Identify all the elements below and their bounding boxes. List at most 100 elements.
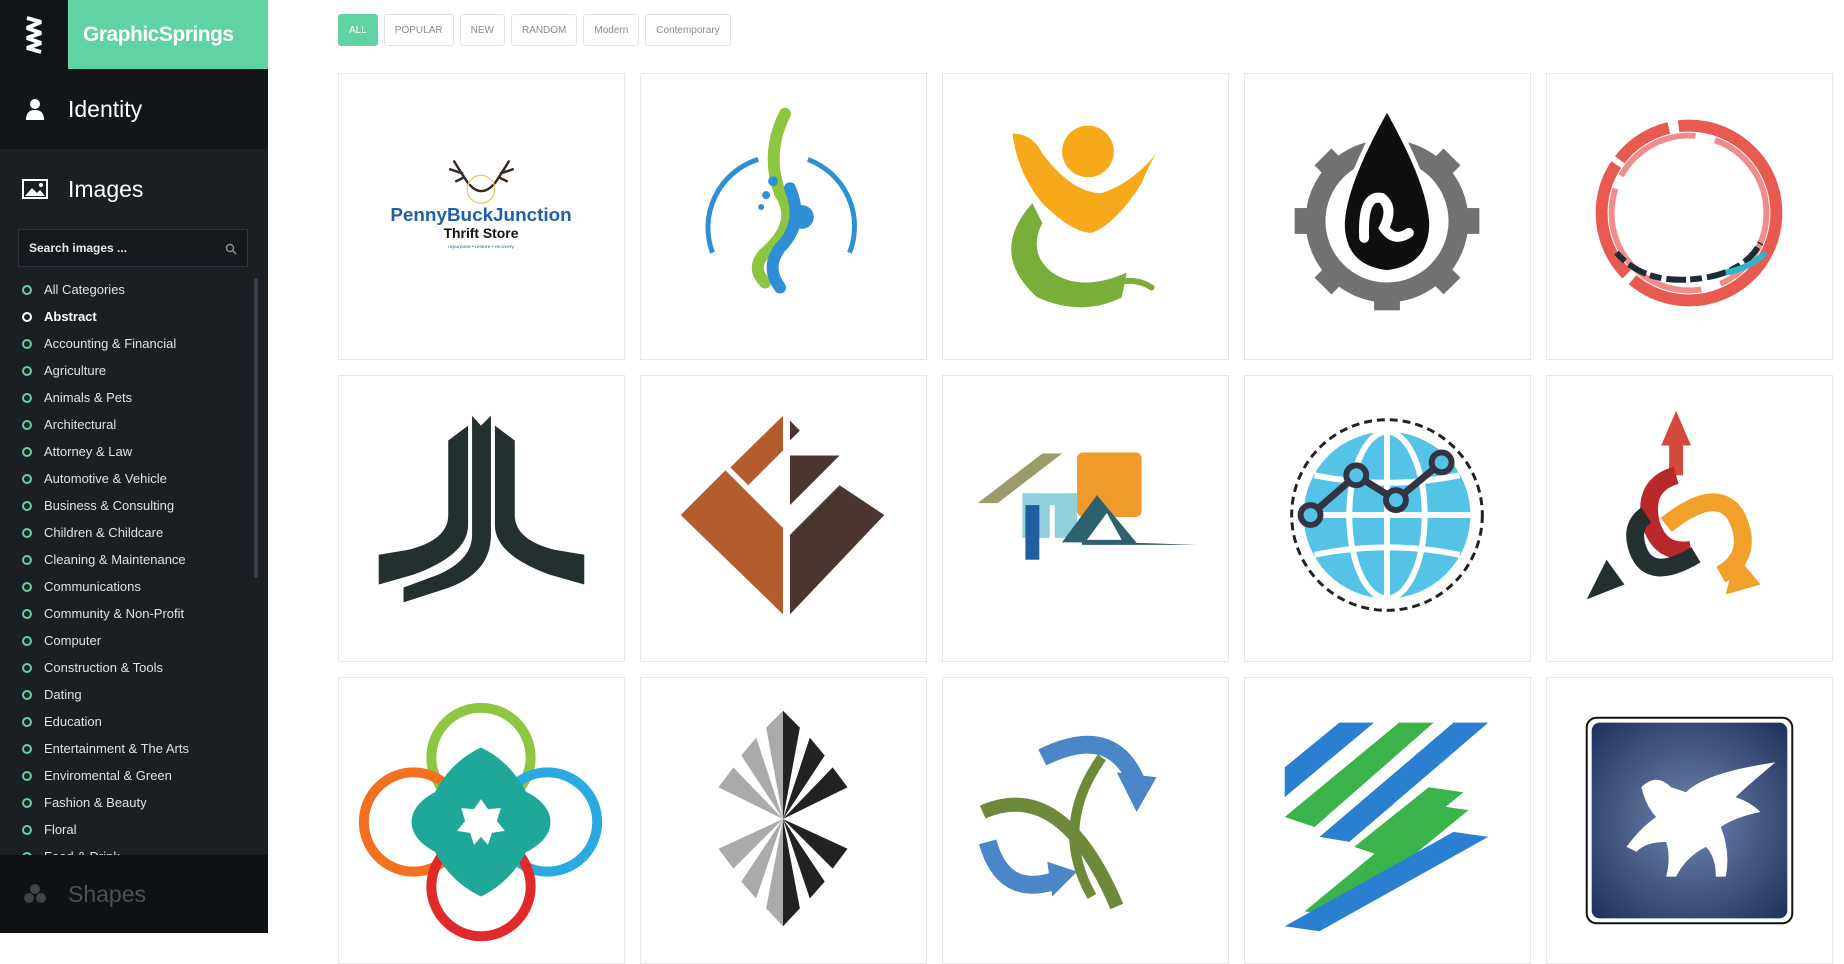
category-item[interactable]: Cleaning & Maintenance	[0, 546, 258, 573]
nav-shapes-label: Shapes	[68, 880, 147, 907]
bullet-icon	[22, 770, 32, 781]
category-item[interactable]: Children & Childcare	[0, 519, 258, 546]
logo-tile-person-swirl[interactable]	[640, 73, 927, 360]
category-item-active[interactable]: Abstract	[0, 303, 258, 330]
houses-logo-icon	[977, 452, 1197, 560]
swirl-arrows-logo-icon	[979, 735, 1157, 910]
category-label: Entertainment & The Arts	[44, 741, 189, 756]
logo-tile-striped-diamond[interactable]	[640, 677, 927, 964]
user-icon	[18, 98, 52, 120]
category-item[interactable]: Animals & Pets	[0, 384, 258, 411]
category-item[interactable]: Computer	[0, 627, 258, 654]
category-item[interactable]: Construction & Tools	[0, 654, 258, 681]
category-item[interactable]: Agriculture	[0, 357, 258, 384]
bullet-icon	[22, 284, 32, 295]
filter-modern[interactable]: Modern	[583, 14, 640, 46]
pennybuck-logo-icon: PennyBuckJunction Thrift Store repurpose…	[390, 160, 572, 250]
category-item[interactable]: All Categories	[0, 276, 258, 303]
filter-popular[interactable]: POPULAR	[383, 14, 454, 46]
bullet-icon	[22, 419, 32, 430]
category-label: Abstract	[44, 309, 97, 324]
bullet-icon	[22, 608, 32, 619]
category-item[interactable]: Education	[0, 708, 258, 735]
filter-new[interactable]: NEW	[459, 14, 505, 46]
brand-header[interactable]: GraphicSprings	[0, 0, 268, 69]
bullet-icon	[22, 365, 32, 376]
search-box	[18, 229, 248, 267]
logo-tile-rings-cross[interactable]	[338, 677, 625, 964]
logo-tile-orange-hands[interactable]	[942, 73, 1229, 360]
logo-tile-brown-diamond[interactable]	[640, 375, 927, 662]
bullet-icon	[22, 554, 32, 565]
bullet-icon	[22, 824, 32, 835]
bullet-icon	[22, 500, 32, 511]
category-label: Floral	[44, 822, 77, 837]
brand-name[interactable]: GraphicSprings	[68, 0, 268, 69]
bullet-icon	[22, 662, 32, 673]
filter-all[interactable]: ALL	[338, 14, 378, 46]
category-label: Cleaning & Maintenance	[44, 552, 186, 567]
sidebar: GraphicSprings Identity Images All Categ…	[0, 0, 268, 933]
globe-chart-logo-icon	[1290, 418, 1484, 612]
bullet-icon	[22, 797, 32, 808]
arches-logo-icon	[378, 415, 585, 603]
gear-drop-logo-icon	[1294, 102, 1480, 311]
logo-tile-gear-drop[interactable]	[1244, 73, 1531, 360]
nav-identity-label: Identity	[68, 95, 143, 122]
logo-tile-swirl-arrows[interactable]	[942, 677, 1229, 964]
search-icon[interactable]	[225, 242, 237, 255]
category-item[interactable]: Fashion & Beauty	[0, 789, 258, 816]
griffin-logo-icon	[1585, 716, 1794, 925]
category-item[interactable]: Business & Consulting	[0, 492, 258, 519]
category-label: Communications	[44, 579, 141, 594]
category-item[interactable]: Automotive & Vehicle	[0, 465, 258, 492]
category-item[interactable]: Accounting & Financial	[0, 330, 258, 357]
logo-tile-pennybuck[interactable]: PennyBuckJunction Thrift Store repurpose…	[338, 73, 625, 360]
category-label: Computer	[44, 633, 102, 648]
pennybuck-tagline: repurpose • restore • recovery	[448, 244, 514, 250]
stripes-s-logo-icon	[1284, 722, 1489, 932]
category-label: Animals & Pets	[44, 390, 133, 405]
category-item[interactable]: Entertainment & The Arts	[0, 735, 258, 762]
category-label: Dating	[44, 687, 82, 702]
category-label: Architectural	[44, 417, 117, 432]
category-item[interactable]: Communications	[0, 573, 258, 600]
logo-tile-griffin[interactable]	[1546, 677, 1833, 964]
nav-shapes[interactable]: Shapes	[0, 855, 268, 933]
logo-tile-stripes-s[interactable]	[1244, 677, 1531, 964]
logo-tile-houses[interactable]	[942, 375, 1229, 662]
pennybuck-title: PennyBuckJunction	[390, 204, 571, 225]
bullet-icon	[22, 716, 32, 727]
category-item[interactable]: Attorney & Law	[0, 438, 258, 465]
category-item[interactable]: Dating	[0, 681, 258, 708]
bullet-icon	[22, 689, 32, 700]
logo-tile-globe-chart[interactable]	[1244, 375, 1531, 662]
logo-tile-brush-circle[interactable]	[1546, 73, 1833, 360]
bullet-icon	[22, 446, 32, 457]
category-item[interactable]: Floral	[0, 816, 258, 843]
logo-tile-arches[interactable]	[338, 375, 625, 662]
filter-random[interactable]: RANDOM	[510, 14, 578, 46]
nav-identity[interactable]: Identity	[0, 69, 268, 149]
category-scrollbar[interactable]	[254, 278, 258, 578]
category-item[interactable]: Architectural	[0, 411, 258, 438]
brand-logo-icon[interactable]	[0, 0, 68, 69]
brush-circle-logo-icon	[1595, 119, 1783, 307]
category-label: Business & Consulting	[44, 498, 175, 513]
bullet-icon	[22, 338, 32, 349]
bullet-icon	[22, 743, 32, 754]
category-label: Attorney & Law	[44, 444, 133, 459]
rings-cross-logo-icon	[358, 702, 603, 942]
bullet-icon	[22, 527, 32, 538]
category-label: Construction & Tools	[44, 660, 163, 675]
shapes-icon	[18, 883, 52, 905]
category-item[interactable]: Community & Non-Profit	[0, 600, 258, 627]
logo-tile-triple-arrows[interactable]	[1546, 375, 1833, 662]
nav-images[interactable]: Images	[0, 149, 268, 229]
category-label: Automotive & Vehicle	[44, 471, 167, 486]
bullet-icon	[22, 581, 32, 592]
search-input[interactable]	[19, 230, 209, 266]
category-item[interactable]: Enviromental & Green	[0, 762, 258, 789]
filter-contemporary[interactable]: Contemporary	[645, 14, 731, 46]
nav-images-label: Images	[68, 175, 144, 202]
